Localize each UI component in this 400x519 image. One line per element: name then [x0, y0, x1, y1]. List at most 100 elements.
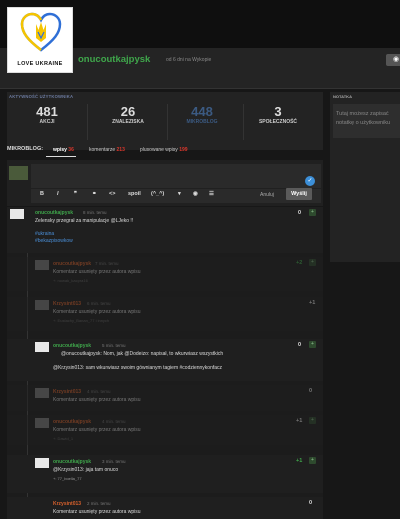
cancel-button[interactable]: Anuluj [260, 189, 274, 201]
vote-count: +1 [309, 300, 316, 306]
avatar[interactable] [35, 418, 49, 428]
list-item: onucoutkajpysk 5 min. temu 0 + @onucoutk… [7, 339, 323, 381]
stat-community[interactable]: 3 SPOŁECZNOŚĆ [238, 104, 318, 125]
tag-link[interactable]: #ukraina [35, 231, 54, 238]
avatar[interactable] [35, 260, 49, 270]
entry-text: Zelensky przegrał za manipulacje @LJeko … [35, 218, 134, 224]
code-icon[interactable]: <> [109, 191, 115, 197]
plus-button[interactable]: + [309, 457, 316, 464]
bold-icon[interactable]: B [40, 191, 44, 197]
avatar[interactable] [35, 458, 49, 468]
username[interactable]: onucoutkajpysk [78, 54, 150, 65]
avatar[interactable] [35, 342, 49, 352]
format-toolbar: B I ❞ ⚭ <> spoil (^_^) ▾ ◉ ☰ [31, 189, 321, 203]
tag-link[interactable]: #bekazpisowkow [35, 238, 73, 245]
tab-comments[interactable]: komentarze 213 [89, 147, 125, 153]
author-name[interactable]: Krzysint013 [53, 389, 81, 395]
heart-trident-icon [20, 12, 62, 52]
chevron-down-icon[interactable]: ▾ [178, 191, 181, 197]
stat-value: 26 [120, 104, 136, 119]
avatar[interactable]: LOVE UKRAINE [7, 7, 73, 73]
voters-list: +: Eustachy_Banan_77 i innych [53, 318, 110, 323]
entry-quote: @onucoutkajpysk: Nom, jak @Dodeizo: napi… [61, 351, 224, 357]
note-panel: NOTATKA Tutaj możesz zapisać notatkę o u… [330, 92, 400, 262]
list-item: onucoutkajpysk 8 min. temu 0 + Zelensky … [7, 207, 323, 253]
list-item: onucoutkajpysk 4 min. temu +1 + Komentar… [7, 415, 323, 445]
entry-textarea[interactable] [31, 164, 321, 188]
tab-label: komentarze [89, 147, 116, 153]
spoiler-button[interactable]: spoil [128, 191, 141, 197]
stat-actions[interactable]: 481 AKCJI [7, 104, 87, 125]
author-name[interactable]: Krzysint013 [53, 301, 81, 307]
list-item: onucoutkajpysk 3 min. temu +1 + @Krzysin… [7, 455, 323, 493]
tab-upvoted[interactable]: plusowane wpisy 199 [140, 147, 188, 153]
avatar[interactable] [35, 388, 49, 398]
author-name[interactable]: onucoutkajpysk [53, 459, 91, 465]
entry-text: Komentarz usunięty przez autora wpisu [53, 427, 141, 433]
note-input[interactable]: Tutaj możesz zapisać notatkę o użytkowni… [333, 104, 400, 138]
entry-time: 5 min. temu [102, 343, 126, 348]
vote-count: 0 [309, 388, 313, 394]
activity-panel: AKTYWNOŚĆ UŻYTKOWNIKA 481 AKCJI 26 ZNALE… [7, 92, 323, 150]
entry-time: 6 min. temu [87, 301, 111, 306]
avatar [9, 166, 28, 180]
entry-time: 2 min. temu [87, 501, 111, 506]
author-name[interactable]: onucoutkajpysk [53, 419, 91, 425]
voters-list: +: 77_boella_77 [53, 476, 82, 481]
tab-count: 199 [179, 147, 188, 153]
stat-value: 3 [274, 104, 282, 119]
author-name[interactable]: onucoutkajpysk [53, 261, 91, 267]
vote-count: 0 [298, 342, 302, 348]
stat-microblog[interactable]: 448 MIKROBLOG [162, 104, 242, 125]
avatar[interactable] [35, 300, 49, 310]
tab-entries[interactable]: wpisy 36 [53, 147, 74, 153]
stat-label: ZNALEZISKA [112, 119, 144, 125]
observe-button[interactable]: ◉ [386, 54, 400, 66]
list-icon[interactable]: ☰ [209, 191, 214, 197]
stat-links[interactable]: 26 ZNALEZISKA [88, 104, 168, 125]
link-icon[interactable]: ⚭ [92, 191, 97, 197]
quote-icon[interactable]: ❞ [74, 191, 77, 197]
activity-heading: AKTYWNOŚĆ UŻYTKOWNIKA [9, 94, 74, 99]
plus-button[interactable]: + [309, 341, 316, 348]
send-button[interactable]: Wyślij [286, 188, 312, 200]
tab-label: plusowane wpisy [140, 147, 178, 153]
author-name[interactable]: onucoutkajpysk [35, 210, 73, 216]
stat-label: SPOŁECZNOŚĆ [258, 119, 298, 125]
list-item: onucoutkajpysk 7 min. temu +2 + Komentar… [7, 257, 323, 291]
vote-count: +1 [296, 458, 303, 464]
entry-text: Komentarz usunięty przez autora wpisu [53, 309, 141, 315]
tab-label: wpisy [53, 147, 67, 153]
tab-count: 36 [68, 147, 74, 153]
entry-text: @Krzysin013: jaja tam onuco [53, 467, 119, 473]
entry-text: Komentarz usunięty przez autora wpisu [53, 509, 141, 515]
note-placeholder: Tutaj możesz zapisać notatkę o użytkowni… [336, 111, 391, 126]
entry-text: Komentarz usunięty przez autora wpisu [53, 269, 141, 275]
author-name[interactable]: Krzysint013 [53, 501, 81, 507]
plus-button[interactable]: + [309, 259, 316, 266]
camera-icon[interactable]: ◉ [193, 191, 198, 197]
tabs-label: MIKROBLOG: [7, 146, 44, 152]
plus-button[interactable]: + [309, 417, 316, 424]
entry-feed: onucoutkajpysk 8 min. temu 0 + Zelensky … [7, 207, 323, 519]
emoticon-button[interactable]: (^_^) [151, 191, 164, 197]
active-tab-indicator [46, 156, 76, 157]
avatar[interactable] [35, 500, 49, 510]
author-name[interactable]: onucoutkajpysk [53, 343, 91, 349]
member-since: od 6 dni na Wykopie [166, 57, 212, 63]
vote-count: +1 [296, 418, 303, 424]
plus-button[interactable]: + [309, 209, 316, 216]
entry-time: 8 min. temu [83, 210, 107, 215]
entry-composer: ✓ B I ❞ ⚭ <> spoil (^_^) ▾ ◉ ☰ Anuluj [7, 160, 323, 206]
divider [0, 88, 400, 89]
list-item: Krzysint013 4 min. temu 0 Komentarz usun… [7, 385, 323, 411]
vote-count: 0 [309, 500, 313, 506]
entry-time: 4 min. temu [102, 419, 126, 424]
avatar[interactable] [10, 209, 24, 219]
italic-icon[interactable]: I [57, 191, 59, 197]
tab-count: 213 [116, 147, 125, 153]
logo-text: LOVE UKRAINE [17, 61, 63, 67]
entry-time: 7 min. temu [95, 261, 119, 266]
stat-value: 448 [191, 104, 213, 119]
stat-value: 481 [36, 104, 58, 119]
